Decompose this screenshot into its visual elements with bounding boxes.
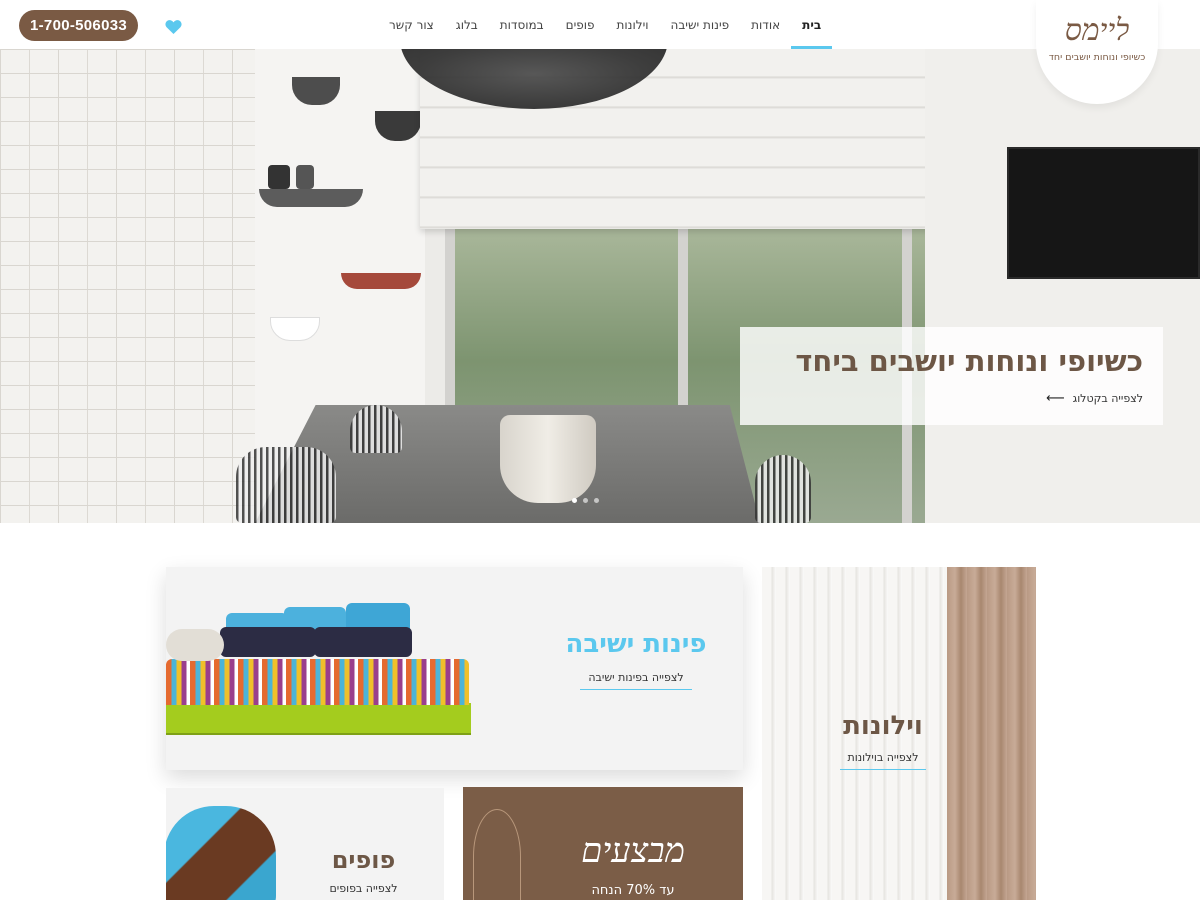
- category-card-curtains[interactable]: וילונות לצפייה בוילונות: [762, 567, 1036, 900]
- seating-link[interactable]: לצפייה בפינות ישיבה: [580, 671, 692, 690]
- curtains-text: וילונות לצפייה בוילונות: [802, 711, 964, 770]
- hero-catalog-link[interactable]: לצפייה בקטלוג ⟵: [740, 391, 1143, 406]
- main-nav: בית אודות פינות ישיבה וילונות פופים במוס…: [378, 0, 833, 49]
- hero-photo-shelf-object: [296, 165, 314, 189]
- hero-photo-right-wall: [925, 49, 1200, 523]
- sofa-image-cushion: [166, 659, 469, 705]
- hero-slider: כשיופי ונוחות יושבים ביחד לצפייה בקטלוג …: [0, 49, 1200, 523]
- hero-caption-card: כשיופי ונוחות יושבים ביחד לצפייה בקטלוג …: [740, 327, 1163, 425]
- nav-item-institutions[interactable]: במוסדות: [489, 0, 555, 49]
- nav-item-home[interactable]: בית: [791, 0, 833, 49]
- curtains-link[interactable]: לצפייה בוילונות: [840, 751, 926, 770]
- poufs-text: פופים לצפייה בפופים: [316, 846, 411, 895]
- sofa-image-pillow: [314, 627, 412, 657]
- hero-catalog-link-label: לצפייה בקטלוג: [1072, 392, 1143, 406]
- logo-wordmark: ליימס: [1064, 13, 1130, 48]
- deals-subtitle: עד 70% הנחה: [591, 883, 675, 898]
- hero-photo-chair: [755, 455, 811, 523]
- leaf-decoration: [473, 809, 521, 900]
- category-card-seating[interactable]: פינות ישיבה לצפייה בפינות ישיבה: [166, 567, 743, 770]
- category-card-poufs[interactable]: פופים לצפייה בפופים: [166, 788, 444, 900]
- nav-item-curtains[interactable]: וילונות: [606, 0, 660, 49]
- phone-button[interactable]: 1-700-506033: [19, 10, 138, 41]
- site-header: 1-700-506033 בית אודות פינות ישיבה וילונ…: [0, 0, 1200, 104]
- sofa-image-pillow: [166, 629, 224, 661]
- seating-text: פינות ישיבה לצפייה בפינות ישיבה: [541, 629, 731, 690]
- heart-icon[interactable]: [165, 19, 182, 35]
- curtains-title: וילונות: [843, 711, 923, 741]
- nav-item-about[interactable]: אודות: [740, 0, 791, 49]
- arrow-left-icon: ⟵: [1046, 391, 1065, 407]
- slider-dot[interactable]: [583, 498, 588, 503]
- hero-photo-shelf: [341, 273, 421, 289]
- hero-photo-vase: [500, 415, 596, 503]
- seating-title: פינות ישיבה: [565, 629, 707, 659]
- nav-item-poufs[interactable]: פופים: [555, 0, 606, 49]
- hero-photo-tv: [1007, 147, 1200, 279]
- nav-item-contact[interactable]: צור קשר: [378, 0, 445, 49]
- sofa-image-pillow: [220, 627, 316, 657]
- hero-photo-chair: [350, 405, 402, 453]
- category-card-deals[interactable]: מבצעים עד 70% הנחה: [463, 787, 743, 900]
- nav-item-seating[interactable]: פינות ישיבה: [660, 0, 741, 49]
- hero-photo-shelf: [259, 189, 363, 207]
- hero-photo-chair: [236, 447, 336, 523]
- pouf-image: [166, 806, 276, 900]
- slider-dot[interactable]: [572, 498, 577, 503]
- hero-photo-brick-wall: [0, 49, 255, 523]
- hero-title: כשיופי ונוחות יושבים ביחד: [795, 343, 1143, 378]
- slider-dots: [572, 498, 599, 503]
- logo-tagline: כשיופי ונוחות יושבים יחד: [1048, 52, 1146, 63]
- slider-dot[interactable]: [594, 498, 599, 503]
- poufs-link[interactable]: לצפייה בפופים: [329, 882, 397, 895]
- hero-photo-shelf-object: [268, 165, 290, 189]
- deals-title: מבצעים: [581, 831, 685, 871]
- poufs-title: פופים: [331, 846, 396, 874]
- nav-item-blog[interactable]: בלוג: [445, 0, 489, 49]
- sofa-image-base: [166, 703, 471, 735]
